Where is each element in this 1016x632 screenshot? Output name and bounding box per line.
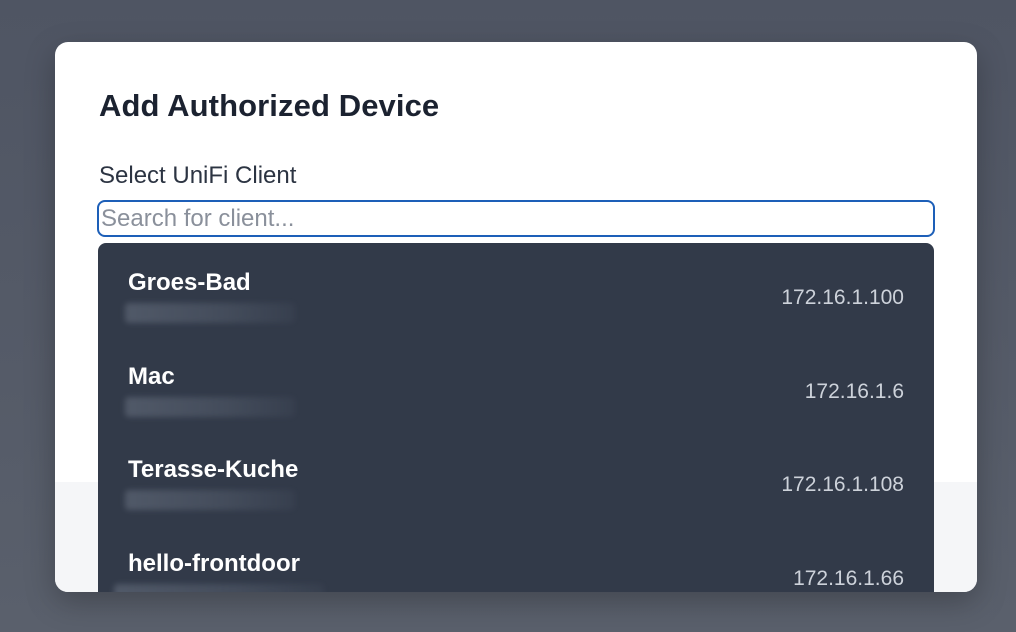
client-mac-redacted	[125, 490, 295, 510]
client-option[interactable]: Mac 172.16.1.6	[98, 337, 934, 431]
client-ip: 172.16.1.100	[781, 286, 904, 309]
client-ip: 172.16.1.108	[781, 473, 904, 496]
client-option[interactable]: hello-frontdoor 172.16.1.66	[98, 524, 934, 592]
client-search-input[interactable]	[97, 200, 935, 237]
client-mac-redacted	[125, 303, 295, 323]
client-ip: 172.16.1.66	[793, 566, 904, 590]
client-option[interactable]: Groes-Bad 172.16.1.100	[98, 243, 934, 337]
client-ip: 172.16.1.6	[804, 379, 904, 403]
client-dropdown-list: Groes-Bad 172.16.1.100 Mac 172.16.1.6 Te…	[98, 243, 934, 592]
client-name: hello-frontdoor	[128, 549, 300, 577]
client-option[interactable]: Terasse-Kuche 172.16.1.108	[98, 430, 934, 524]
client-name: Terasse-Kuche	[128, 456, 299, 483]
client-mac-redacted	[114, 583, 324, 592]
modal-title: Add Authorized Device	[99, 88, 440, 123]
add-device-modal: Add Authorized Device Select UniFi Clien…	[55, 42, 977, 592]
client-select-label: Select UniFi Client	[99, 162, 297, 189]
client-name: Mac	[128, 362, 175, 390]
client-mac-redacted	[125, 396, 295, 417]
client-name: Groes-Bad	[128, 269, 251, 296]
